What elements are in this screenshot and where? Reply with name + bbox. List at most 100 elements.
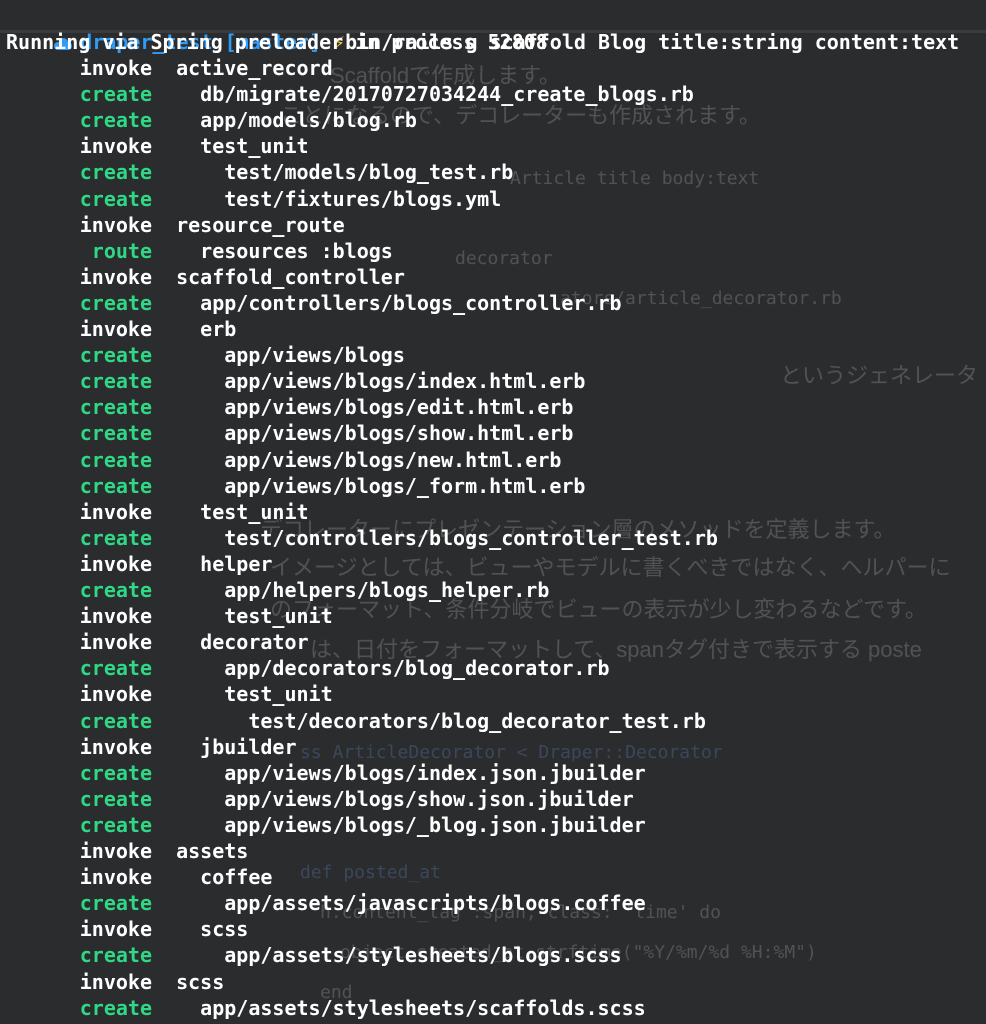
output-action: create (79, 369, 152, 394)
output-line: create app/controllers/blogs_controller.… (0, 290, 622, 316)
output-action: create (79, 395, 152, 420)
output-path: test_unit (152, 604, 333, 629)
output-line: invoke assets (0, 838, 249, 864)
output-path: app/views/blogs/edit.html.erb (152, 395, 574, 420)
output-line: create app/views/blogs/index.html.erb (0, 368, 586, 394)
output-action: create (79, 447, 152, 472)
output-line: create app/assets/stylesheets/blogs.scss (0, 942, 622, 968)
output-path: coffee (152, 865, 273, 890)
output-line: invoke scss (0, 969, 225, 995)
output-path: decorator (152, 630, 309, 655)
output-action: invoke (79, 917, 152, 942)
output-action: create (79, 891, 152, 916)
output-path: test_unit (152, 682, 333, 707)
output-path: assets (152, 839, 249, 863)
output-line: invoke test_unit (0, 603, 333, 629)
output-line: create app/views/blogs/edit.html.erb (0, 394, 574, 420)
output-line: create test/models/blog_test.rb (0, 159, 513, 185)
output-line: create db/migrate/20170727034244_create_… (0, 81, 694, 107)
output-path: app/views/blogs/show.json.jbuilder (152, 786, 634, 811)
output-line: create app/helpers/blogs_helper.rb (0, 577, 550, 603)
background-text: def posted_at (300, 862, 441, 883)
output-line: create app/views/blogs/_form.html.erb (0, 473, 586, 499)
output-path: erb (152, 317, 237, 341)
output-action: invoke (79, 630, 152, 655)
output-action: invoke (79, 317, 152, 341)
output-path: test/decorators/blog_decorator_test.rb (152, 708, 706, 733)
output-path: test/fixtures/blogs.yml (152, 186, 502, 211)
background-text: Article title body:text (510, 168, 760, 189)
background-text: というジェネレータ (780, 363, 979, 388)
output-path: app/views/blogs/_blog.json.jbuilder (152, 812, 646, 837)
output-path: app/views/blogs (152, 343, 405, 368)
output-line: create test/fixtures/blogs.yml (0, 186, 501, 212)
output-path: resources :blogs (152, 238, 393, 263)
output-line: create app/views/blogs (0, 342, 405, 368)
output-line: invoke active_record (0, 55, 333, 81)
output-action: create (79, 708, 152, 733)
output-path: scss (152, 969, 225, 994)
output-path: app/views/blogs/show.html.erb (152, 421, 574, 446)
output-path: app/assets/javascripts/blogs.coffee (152, 891, 646, 916)
output-path: app/helpers/blogs_helper.rb (152, 578, 550, 602)
output-action: create (79, 82, 152, 107)
output-action: create (79, 812, 152, 837)
output-action: route (91, 238, 152, 263)
output-action: create (79, 995, 152, 1020)
output-line: invoke test_unit (0, 133, 309, 159)
spring-message: Running via Spring preloader in process … (6, 30, 548, 54)
output-action: create (79, 578, 152, 602)
output-action: create (79, 108, 152, 133)
output-path: scss (152, 917, 249, 942)
output-action: create (79, 421, 152, 446)
output-path: test/controllers/blogs_controller_test.r… (152, 525, 718, 550)
output-line: invoke helper (0, 551, 273, 577)
output-action: create (79, 186, 152, 211)
output-action: invoke (79, 134, 152, 159)
output-path: jbuilder (152, 734, 297, 759)
output-path: app/models/blog.rb (152, 108, 417, 133)
output-action: invoke (79, 499, 152, 524)
output-line: invoke coffee (0, 864, 273, 890)
output-path: app/views/blogs/new.html.erb (152, 447, 562, 472)
output-path: active_record (152, 56, 333, 80)
output-action: create (79, 943, 152, 968)
terminal-window[interactable]: Scaffoldで作成します。 ことになるので、デコレーターも作成されます。 A… (0, 0, 986, 1024)
background-text: decorator (455, 248, 553, 269)
output-path: test_unit (152, 134, 309, 159)
output-path: app/views/blogs/_form.html.erb (152, 473, 586, 498)
output-action: invoke (79, 604, 152, 629)
output-action: invoke (79, 264, 152, 289)
output-line: create app/views/blogs/_blog.json.jbuild… (0, 812, 646, 838)
output-action: create (79, 786, 152, 811)
output-line: create app/views/blogs/index.json.jbuild… (0, 760, 646, 786)
output-action: invoke (79, 682, 152, 707)
output-path: test/models/blog_test.rb (152, 160, 514, 185)
output-line: create test/controllers/blogs_controller… (0, 525, 718, 551)
output-action: create (79, 760, 152, 785)
output-line: invoke resource_route (0, 212, 345, 238)
output-action: invoke (79, 56, 152, 80)
output-path: db/migrate/20170727034244_create_blogs.r… (152, 82, 694, 107)
output-action: invoke (79, 551, 152, 576)
output-line: invoke erb (0, 316, 237, 342)
output-path: test_unit (152, 499, 309, 524)
output-action: invoke (79, 865, 152, 890)
output-path: app/assets/stylesheets/blogs.scss (152, 943, 622, 968)
output-line: invoke scss (0, 916, 249, 942)
output-line: invoke test_unit (0, 681, 333, 707)
output-path: resource_route (152, 212, 345, 237)
output-path: helper (152, 551, 273, 576)
output-action: create (79, 160, 152, 185)
output-path: app/decorators/blog_decorator.rb (152, 656, 610, 681)
output-path: app/views/blogs/index.html.erb (152, 369, 586, 394)
output-line: invoke test_unit (0, 499, 309, 525)
output-action: invoke (79, 734, 152, 759)
output-action: invoke (79, 212, 152, 237)
prompt-line: draper_test [master] ⚡bin/rails g scaffo… (6, 3, 959, 54)
output-path: app/views/blogs/index.json.jbuilder (152, 760, 646, 785)
output-line: create app/views/blogs/show.html.erb (0, 420, 574, 446)
output-line: create app/decorators/blog_decorator.rb (0, 655, 610, 681)
output-path: app/assets/stylesheets/scaffolds.scss (152, 995, 646, 1020)
output-path: scaffold_controller (152, 264, 405, 289)
